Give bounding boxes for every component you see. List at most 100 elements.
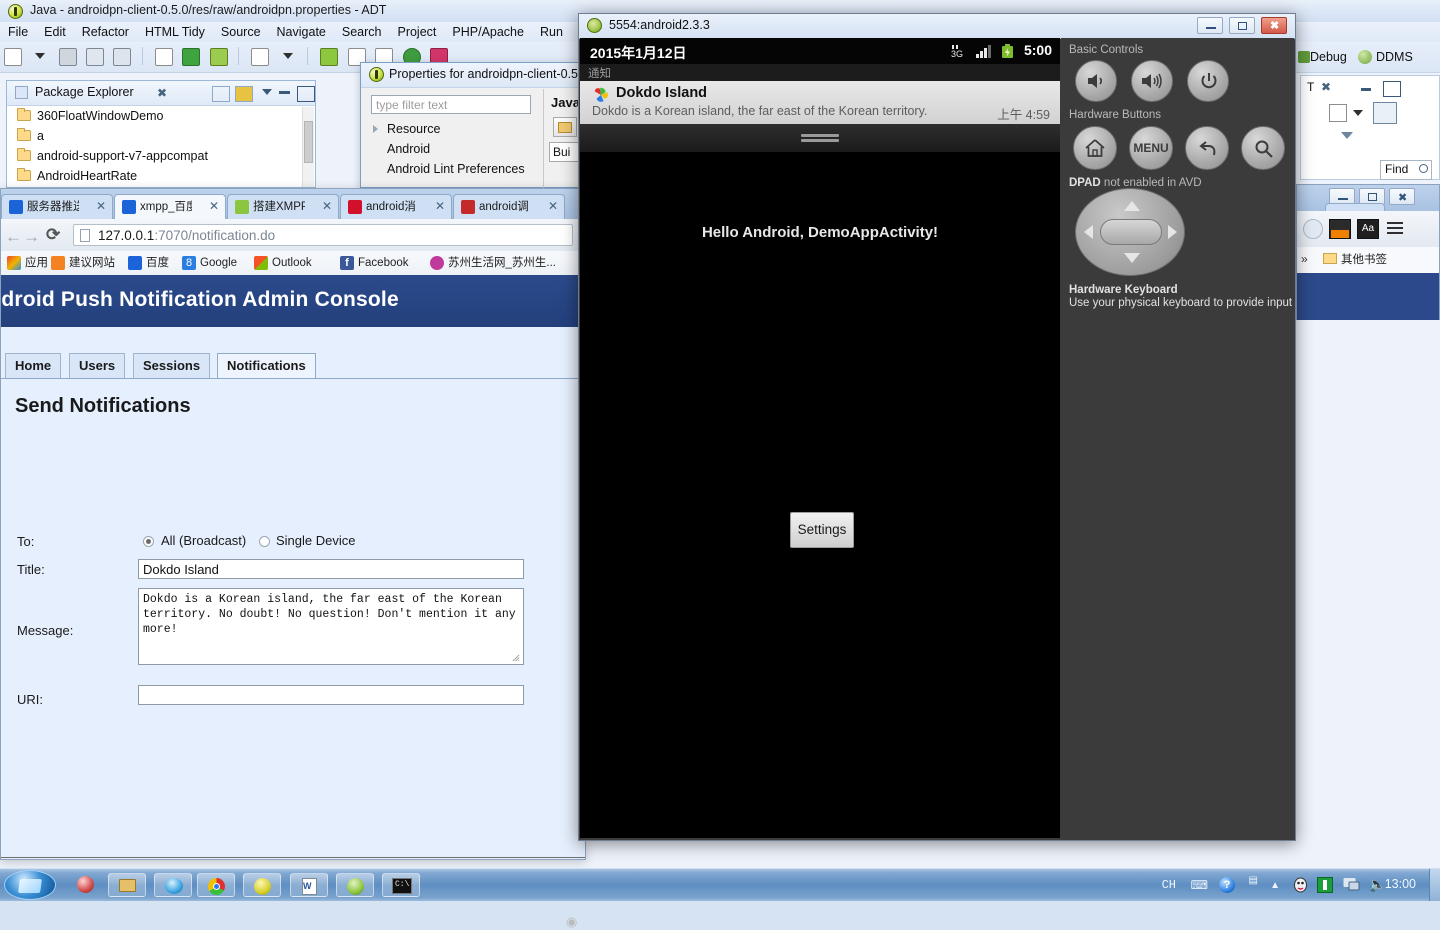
perspective-switcher[interactable]: Debug DDMS [1298, 50, 1413, 64]
close-icon[interactable]: ✕ [96, 199, 106, 214]
radio-single-device-label[interactable]: Single Device [276, 533, 356, 548]
taskbar-android-icon[interactable] [336, 873, 374, 897]
menu-source[interactable]: Source [213, 22, 269, 42]
radio-all-broadcast[interactable] [143, 536, 154, 547]
new-dropdown-button[interactable] [28, 45, 50, 67]
tab-home[interactable]: Home [5, 353, 62, 378]
close-icon[interactable]: ✕ [435, 199, 445, 214]
start-button[interactable] [4, 870, 56, 900]
dpad-right-icon[interactable] [1168, 225, 1177, 239]
package-explorer-scrollbar[interactable] [302, 107, 314, 187]
uri-input[interactable] [138, 685, 524, 705]
green-icon[interactable] [1317, 877, 1333, 893]
perspective-debug-label[interactable]: Debug [1310, 50, 1347, 64]
taskbar-eclipse-icon[interactable] [66, 873, 104, 897]
taskbar-cmd-icon[interactable]: C:\ [382, 873, 420, 897]
power-icon[interactable] [1187, 60, 1229, 102]
tab-users[interactable]: Users [69, 353, 126, 378]
menu-search[interactable]: Search [334, 22, 390, 42]
browser-tab-0[interactable]: 服务器推送 ✕ [1, 194, 113, 219]
minimize-button[interactable] [1197, 17, 1223, 34]
ad-stop-icon[interactable] [1329, 219, 1351, 239]
close-button[interactable]: ✖ [1261, 17, 1287, 34]
filter-input[interactable]: type filter text [371, 95, 531, 114]
menu-icon[interactable] [1387, 222, 1403, 224]
dpad-control[interactable] [1075, 188, 1185, 276]
volume-icon[interactable]: 🔈 [1369, 876, 1386, 893]
scrollbar-thumb[interactable] [304, 121, 313, 163]
taskbar-opera-icon[interactable] [243, 873, 281, 897]
notification-item[interactable]: Dokdo Island Dokdo is a Korean island, t… [580, 81, 1060, 125]
tray-show-hidden-icon[interactable]: ▲ [1270, 880, 1280, 891]
minimize-view-icon[interactable] [1359, 81, 1375, 95]
close-icon[interactable]: ✕ [548, 199, 558, 214]
back-button[interactable]: ← [5, 227, 22, 247]
dpad-down-icon[interactable] [1124, 253, 1140, 263]
taskbar-clock[interactable]: 13:00 [1385, 877, 1416, 891]
menu-refactor[interactable]: Refactor [74, 22, 137, 42]
download-button[interactable] [179, 45, 201, 67]
chevron-down-icon[interactable] [1341, 132, 1353, 139]
notification-shade-handle[interactable] [580, 124, 1060, 153]
ime-indicator[interactable]: CH [1162, 878, 1176, 892]
new-file-button[interactable] [1, 45, 23, 67]
maximize-view-icon[interactable] [1383, 81, 1401, 97]
windows-taskbar[interactable]: W C:\ CH ⌨ ? ▤ ▲ 🔈 13:00 [0, 868, 1440, 901]
new-android-button[interactable] [317, 45, 339, 67]
save-all-button[interactable] [83, 45, 105, 67]
tab-sessions[interactable]: Sessions [133, 353, 211, 378]
find-input[interactable]: Find [1380, 160, 1432, 180]
home-icon[interactable] [1073, 126, 1117, 170]
help-icon[interactable]: ? [1219, 877, 1235, 893]
taskbar-chrome-icon[interactable] [197, 873, 235, 897]
perspective-ddms-label[interactable]: DDMS [1376, 50, 1413, 64]
list-item[interactable]: a [7, 126, 302, 146]
menu-file[interactable]: File [0, 22, 36, 42]
list-item[interactable]: 360FloatWindowDemo [7, 106, 302, 126]
maximize-button[interactable] [1229, 17, 1255, 34]
show-desktop-button[interactable] [1429, 869, 1440, 901]
dpad-center-button[interactable] [1100, 219, 1162, 245]
dpad-left-icon[interactable] [1084, 225, 1093, 239]
view-close-icon[interactable]: ✖ [1321, 80, 1331, 94]
tree-item-android[interactable]: Android [361, 139, 539, 159]
search-icon[interactable] [1419, 164, 1428, 173]
maximize-view-icon[interactable] [297, 86, 315, 102]
taskbar-word-icon[interactable]: W [290, 873, 328, 897]
tab-notifications[interactable]: Notifications [217, 353, 316, 378]
tray-expand-icon[interactable]: ▤ [1249, 875, 1258, 886]
reload-button[interactable]: ⟳ [46, 225, 60, 245]
new-item-button[interactable] [1329, 104, 1347, 122]
link-editor-button[interactable] [235, 86, 253, 102]
view-menu-icon[interactable] [262, 89, 272, 95]
qq-icon[interactable] [1293, 877, 1308, 894]
package-explorer-tab[interactable]: Package Explorer ✖ [7, 81, 315, 106]
message-textarea[interactable]: Dokdo is a Korean island, the far east o… [138, 588, 524, 665]
chevron-right-icon[interactable] [373, 125, 378, 133]
radio-all-broadcast-label[interactable]: All (Broadcast) [161, 533, 246, 548]
textarea-resize-grip[interactable] [512, 654, 520, 662]
save-button[interactable] [56, 45, 78, 67]
search-icon[interactable] [1241, 126, 1285, 170]
radio-single-device[interactable] [259, 536, 270, 547]
tree-item-android-lint[interactable]: Android Lint Preferences [361, 159, 539, 179]
print-button[interactable] [110, 45, 132, 67]
validate-dropdown-button[interactable] [276, 45, 298, 67]
volume-up-icon[interactable] [1131, 60, 1173, 102]
bookmark-folder-label[interactable]: 其他书签 [1341, 251, 1387, 267]
chevron-down-icon[interactable] [1353, 110, 1363, 116]
address-bar[interactable]: 127.0.0.1:7070/notification.do [73, 224, 573, 246]
back-icon[interactable] [1185, 126, 1229, 170]
close-icon[interactable]: ✕ [322, 199, 332, 214]
emulator-device-screen[interactable]: 2015年1月12日 3G 5:00 通知 Dokdo Island Dokdo… [580, 38, 1060, 838]
android-device-button[interactable] [207, 45, 229, 67]
package-explorer-close-icon[interactable]: ✖ [157, 86, 167, 100]
menu-button[interactable]: MENU [1129, 126, 1173, 170]
properties-toolbar-button[interactable] [553, 117, 577, 137]
close-icon[interactable]: ✕ [209, 199, 219, 214]
browser-tab-2[interactable]: 搭建XMPP服 ✕ [227, 194, 339, 219]
monitor-icon[interactable] [1343, 877, 1360, 892]
validate-button[interactable] [248, 45, 270, 67]
menu-html-tidy[interactable]: HTML Tidy [137, 22, 213, 42]
list-item[interactable]: android-support-v7-appcompat [7, 146, 302, 166]
